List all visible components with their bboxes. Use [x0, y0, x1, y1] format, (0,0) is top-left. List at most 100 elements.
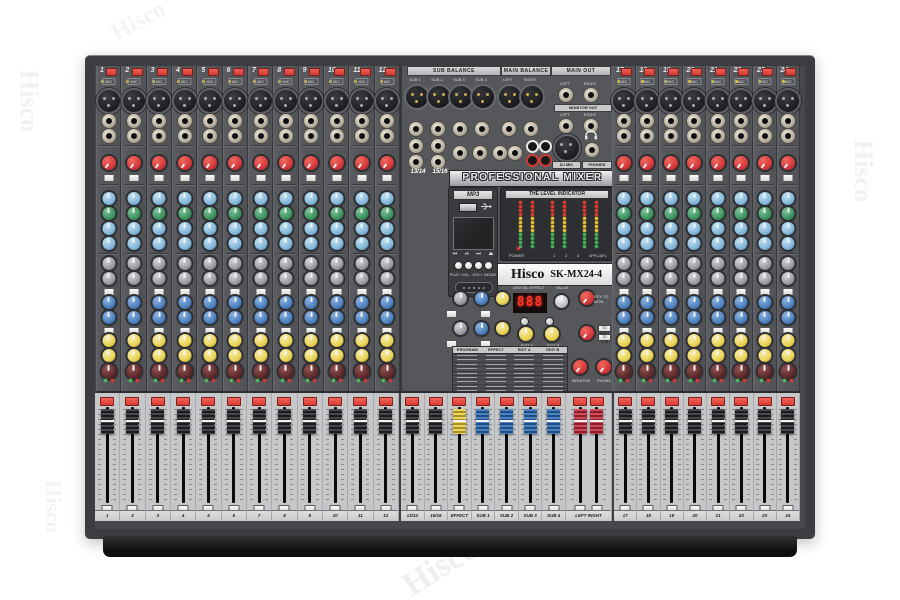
- eq-high-knob[interactable]: [254, 192, 267, 205]
- aux1-knob[interactable]: [381, 257, 394, 270]
- mute-button[interactable]: [573, 397, 587, 406]
- aux1-knob[interactable]: [664, 257, 677, 270]
- mute-button[interactable]: [125, 397, 139, 406]
- aux-switch[interactable]: [783, 288, 794, 296]
- lowcut-switch[interactable]: [204, 174, 215, 182]
- lowcut-switch[interactable]: [642, 174, 653, 182]
- pan-knob[interactable]: [228, 364, 243, 379]
- efx2-knob[interactable]: [758, 349, 771, 362]
- fader-handle[interactable]: [712, 409, 725, 434]
- fader-handle[interactable]: [354, 409, 367, 434]
- eq-high-knob[interactable]: [355, 192, 368, 205]
- efx1-knob[interactable]: [279, 334, 292, 347]
- gain-knob[interactable]: [102, 156, 116, 170]
- eq-mid-knob[interactable]: [758, 207, 771, 220]
- efx1-knob[interactable]: [758, 334, 771, 347]
- pad-button[interactable]: [208, 68, 219, 76]
- efx1-knob[interactable]: [664, 334, 677, 347]
- eq-mid-knob[interactable]: [203, 207, 216, 220]
- lowcut-switch[interactable]: [618, 174, 629, 182]
- gain-knob[interactable]: [711, 156, 725, 170]
- aux2-knob[interactable]: [203, 272, 216, 285]
- eq-mid-knob[interactable]: [330, 207, 343, 220]
- eq-low-knob[interactable]: [381, 237, 394, 250]
- gain-knob[interactable]: [781, 156, 795, 170]
- aux3-knob[interactable]: [617, 296, 630, 309]
- aux4-knob[interactable]: [617, 311, 630, 324]
- eq-high-knob[interactable]: [305, 192, 318, 205]
- eq-high-knob[interactable]: [758, 192, 771, 205]
- gain-knob[interactable]: [279, 156, 293, 170]
- aux3-knob[interactable]: [664, 296, 677, 309]
- aux-switch[interactable]: [154, 288, 165, 296]
- aux1-knob[interactable]: [279, 257, 292, 270]
- mute-button[interactable]: [734, 397, 748, 406]
- aux3-knob[interactable]: [711, 296, 724, 309]
- eq-mid-freq-knob[interactable]: [735, 222, 748, 235]
- pan-knob[interactable]: [616, 364, 631, 379]
- aux4-knob[interactable]: [254, 311, 267, 324]
- gain-knob[interactable]: [617, 156, 631, 170]
- aux-switch[interactable]: [179, 288, 190, 296]
- aux-switch[interactable]: [736, 288, 747, 296]
- pan-knob[interactable]: [380, 364, 395, 379]
- aux1-knob[interactable]: [305, 257, 318, 270]
- aux2-knob[interactable]: [381, 272, 394, 285]
- eq-mid-freq-knob[interactable]: [102, 222, 115, 235]
- aux1-knob[interactable]: [641, 257, 654, 270]
- eq-mid-freq-knob[interactable]: [203, 222, 216, 235]
- eq-mid-freq-knob[interactable]: [688, 222, 701, 235]
- eq-mid-freq-knob[interactable]: [758, 222, 771, 235]
- eq-low-knob[interactable]: [178, 237, 191, 250]
- mute-button[interactable]: [353, 397, 367, 406]
- fader-handle[interactable]: [329, 409, 342, 434]
- gain-knob[interactable]: [664, 156, 678, 170]
- eq-mid-knob[interactable]: [617, 207, 630, 220]
- lowcut-switch[interactable]: [689, 174, 700, 182]
- pad-button[interactable]: [621, 68, 632, 76]
- eq-high-knob[interactable]: [178, 192, 191, 205]
- mute-button[interactable]: [201, 397, 215, 406]
- aux3-knob[interactable]: [355, 296, 368, 309]
- eq-mid-knob[interactable]: [664, 207, 677, 220]
- lowcut-switch[interactable]: [179, 174, 190, 182]
- aux4-knob[interactable]: [782, 311, 795, 324]
- aux2-knob[interactable]: [664, 272, 677, 285]
- pan-knob[interactable]: [101, 364, 116, 379]
- aux4-knob[interactable]: [153, 311, 166, 324]
- aux-switch[interactable]: [204, 288, 215, 296]
- eq-mid-knob[interactable]: [688, 207, 701, 220]
- eq-mid-knob[interactable]: [381, 207, 394, 220]
- mute-button[interactable]: [176, 397, 190, 406]
- effect-button-b[interactable]: [545, 317, 554, 326]
- gain-knob[interactable]: [330, 156, 344, 170]
- aux2-knob[interactable]: [279, 272, 292, 285]
- efx1-knob[interactable]: [711, 334, 724, 347]
- aux2-knob[interactable]: [305, 272, 318, 285]
- eq-low-knob[interactable]: [229, 237, 242, 250]
- edit-b-knob[interactable]: [545, 327, 559, 341]
- efx1-knob[interactable]: [641, 334, 654, 347]
- eq-mid-knob[interactable]: [153, 207, 166, 220]
- aux3-knob[interactable]: [305, 296, 318, 309]
- eq-high-knob[interactable]: [664, 192, 677, 205]
- efx2-knob[interactable]: [330, 349, 343, 362]
- eq-low-knob[interactable]: [330, 237, 343, 250]
- aux4-knob[interactable]: [229, 311, 242, 324]
- lowcut-switch[interactable]: [665, 174, 676, 182]
- lowcut-switch[interactable]: [230, 174, 241, 182]
- pad-button[interactable]: [334, 68, 345, 76]
- aux-switch[interactable]: [642, 288, 653, 296]
- fader-handle[interactable]: [524, 409, 537, 434]
- aux4-knob[interactable]: [355, 311, 368, 324]
- eq-high-knob[interactable]: [203, 192, 216, 205]
- fader-handle[interactable]: [574, 409, 587, 434]
- aux4-knob[interactable]: [305, 311, 318, 324]
- pan-knob[interactable]: [354, 364, 369, 379]
- mute-button[interactable]: [405, 397, 419, 406]
- play-button[interactable]: [454, 261, 463, 270]
- pan-knob[interactable]: [126, 364, 141, 379]
- gain-knob[interactable]: [228, 156, 242, 170]
- efx1-knob[interactable]: [102, 334, 115, 347]
- efx1-knob[interactable]: [381, 334, 394, 347]
